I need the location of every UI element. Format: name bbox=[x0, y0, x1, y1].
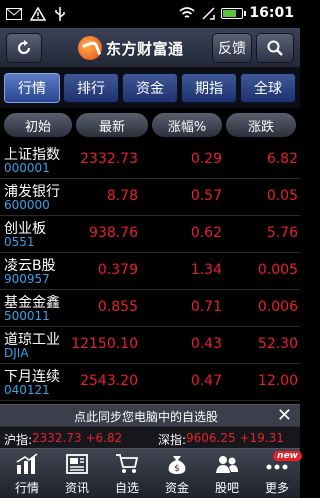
stock-price: 0.379 bbox=[97, 262, 138, 278]
stock-change: 52.30 bbox=[257, 336, 298, 352]
sync-banner-text[interactable]: 点此同步您电脑中的自选股 bbox=[74, 408, 218, 425]
stock-change: 6.82 bbox=[266, 151, 298, 167]
stock-change-pct: 0.29 bbox=[190, 151, 222, 167]
list-item[interactable]: 浦发银行 600000 8.78 0.57 0.05 bbox=[0, 179, 300, 216]
column-header-change-pct[interactable]: 涨幅% bbox=[152, 113, 222, 137]
list-item[interactable]: 道琼工业 DJIA 12150.10 0.43 52.30 bbox=[0, 327, 300, 364]
stock-code: 900957 bbox=[4, 272, 50, 286]
market-tabs: 行情 排行 资金 期指 全球 bbox=[0, 68, 300, 108]
sh-index-value: 2332.73 +6.82 bbox=[32, 431, 123, 445]
bottom-nav-news[interactable]: 资讯 bbox=[52, 449, 102, 498]
list-item[interactable]: 基金金鑫 500011 0.855 0.71 0.006 bbox=[0, 290, 300, 327]
battery-icon bbox=[221, 7, 247, 19]
stock-change: 12.00 bbox=[257, 373, 298, 389]
stock-price: 0.855 bbox=[97, 299, 138, 315]
stock-change: 0.006 bbox=[257, 299, 298, 315]
app-logo: 东方财富通 bbox=[78, 36, 184, 60]
bottom-nav-quotes[interactable]: 行情 bbox=[2, 449, 52, 498]
chart-icon bbox=[16, 453, 38, 474]
stock-change-pct: 0.47 bbox=[190, 373, 222, 389]
cart-icon bbox=[116, 454, 139, 473]
logo-mark-icon bbox=[78, 36, 102, 60]
feedback-button[interactable]: 反馈 bbox=[212, 33, 252, 63]
tab-global[interactable]: 全球 bbox=[240, 73, 296, 103]
bottom-nav-label: 行情 bbox=[14, 481, 39, 495]
stock-change-pct: 0.62 bbox=[190, 225, 222, 241]
vibrate-icon bbox=[202, 7, 216, 20]
status-bar: 16:01 bbox=[0, 0, 300, 28]
column-header-latest[interactable]: 最新 bbox=[76, 113, 148, 137]
tab-ranking[interactable]: 排行 bbox=[63, 73, 119, 103]
refresh-button[interactable] bbox=[6, 33, 42, 63]
svg-text:$: $ bbox=[174, 464, 180, 474]
watchlist: 上证指数 000001 2332.73 0.29 6.82 浦发银行 60000… bbox=[0, 142, 300, 404]
stock-change: 0.005 bbox=[257, 262, 298, 278]
wifi-icon bbox=[179, 7, 195, 18]
app-title: 东方财富通 bbox=[106, 39, 184, 58]
stock-price: 12150.10 bbox=[71, 336, 138, 352]
app-header: 东方财富通 反馈 bbox=[0, 28, 300, 68]
stock-price: 8.78 bbox=[106, 188, 138, 204]
list-item[interactable]: 凌云B股 900957 0.379 1.34 0.005 bbox=[0, 253, 300, 290]
status-bar-system: 16:01 bbox=[179, 5, 294, 21]
sh-index-label: 沪指: bbox=[4, 433, 33, 447]
stock-change-pct: 0.71 bbox=[190, 299, 222, 315]
stock-price: 2332.73 bbox=[80, 151, 138, 167]
bottom-nav-label: 更多 bbox=[264, 481, 289, 495]
stock-change-pct: 0.43 bbox=[190, 336, 222, 352]
list-item[interactable]: 上证指数 000001 2332.73 0.29 6.82 bbox=[0, 142, 300, 179]
column-headers: 初始 最新 涨幅% 涨跌 bbox=[0, 110, 300, 140]
tab-futures[interactable]: 期指 bbox=[181, 73, 237, 103]
search-icon bbox=[267, 40, 283, 56]
stock-code: 0551 bbox=[4, 235, 35, 249]
bottom-nav-watchlist[interactable]: 自选 bbox=[102, 449, 152, 498]
bottom-nav-label: 资金 bbox=[164, 481, 189, 495]
index-ticker: 沪指: 2332.73 +6.82 深指: 9606.25 +19.31 bbox=[0, 426, 300, 448]
stock-code: 500011 bbox=[4, 309, 50, 323]
stock-change-pct: 1.34 bbox=[190, 262, 222, 278]
close-icon[interactable]: ✕ bbox=[277, 405, 292, 426]
warning-icon bbox=[30, 7, 46, 21]
list-item[interactable]: 创业板 0551 938.76 0.62 5.76 bbox=[0, 216, 300, 253]
stock-price: 2543.20 bbox=[80, 373, 138, 389]
stock-code: 000001 bbox=[4, 161, 50, 175]
usb-icon bbox=[55, 7, 65, 21]
stock-code: DJIA bbox=[4, 346, 29, 360]
stock-change: 5.76 bbox=[266, 225, 298, 241]
stock-code: 040121 bbox=[4, 383, 50, 397]
bottom-nav-label: 资讯 bbox=[64, 481, 89, 495]
column-header-initial[interactable]: 初始 bbox=[4, 113, 72, 137]
community-icon bbox=[216, 456, 238, 473]
mail-icon bbox=[6, 8, 22, 20]
sync-banner[interactable]: 点此同步您电脑中的自选股 ✕ bbox=[0, 404, 300, 426]
bottom-nav-label: 自选 bbox=[114, 481, 139, 495]
money-bag-icon: $ bbox=[168, 456, 186, 474]
stock-code: 600000 bbox=[4, 198, 50, 212]
bottom-nav: 行情 资讯 自选 $ 资金 股吧 new 更多 bbox=[0, 448, 302, 498]
news-icon bbox=[66, 454, 88, 474]
list-item[interactable]: 下月连续 040121 2543.20 0.47 12.00 bbox=[0, 364, 300, 401]
stock-change-pct: 0.57 bbox=[190, 188, 222, 204]
bottom-nav-funds[interactable]: $ 资金 bbox=[152, 449, 202, 498]
stock-price: 938.76 bbox=[89, 225, 138, 241]
column-header-change[interactable]: 涨跌 bbox=[226, 113, 296, 137]
search-button[interactable] bbox=[256, 33, 294, 63]
clock: 16:01 bbox=[249, 5, 294, 21]
sz-index-value: 9606.25 +19.31 bbox=[186, 431, 284, 445]
status-bar-notifications bbox=[6, 6, 66, 22]
new-badge: new bbox=[273, 451, 302, 461]
stock-change: 0.05 bbox=[266, 188, 298, 204]
tab-quotes[interactable]: 行情 bbox=[4, 73, 60, 103]
bottom-nav-label: 股吧 bbox=[214, 481, 239, 495]
sz-index-label: 深指: bbox=[158, 433, 187, 447]
refresh-icon bbox=[17, 40, 31, 55]
bottom-nav-more[interactable]: new 更多 bbox=[252, 449, 302, 498]
bottom-nav-forum[interactable]: 股吧 bbox=[202, 449, 252, 498]
tab-funds[interactable]: 资金 bbox=[122, 73, 178, 103]
